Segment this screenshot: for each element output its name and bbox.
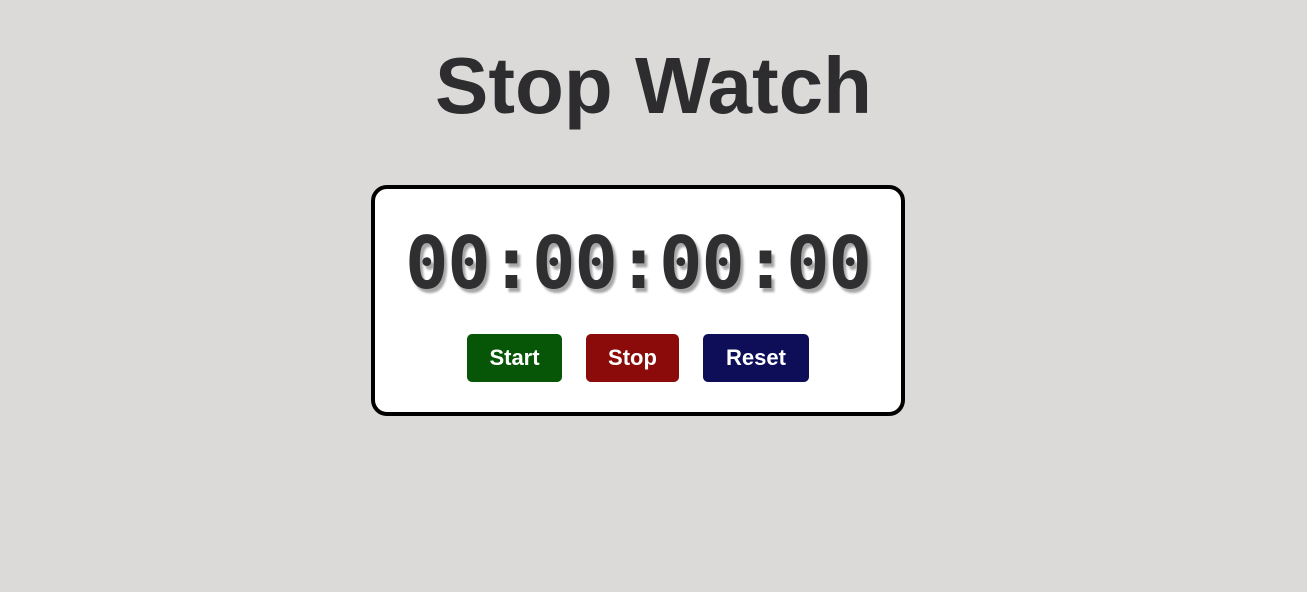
reset-button[interactable]: Reset [703, 334, 809, 382]
stop-button[interactable]: Stop [586, 334, 679, 382]
stopwatch-card: 00:00:00:00 Start Stop Reset [371, 185, 905, 416]
time-display: 00:00:00:00 [405, 221, 872, 305]
page-title: Stop Watch [435, 41, 872, 130]
start-button[interactable]: Start [467, 334, 562, 382]
